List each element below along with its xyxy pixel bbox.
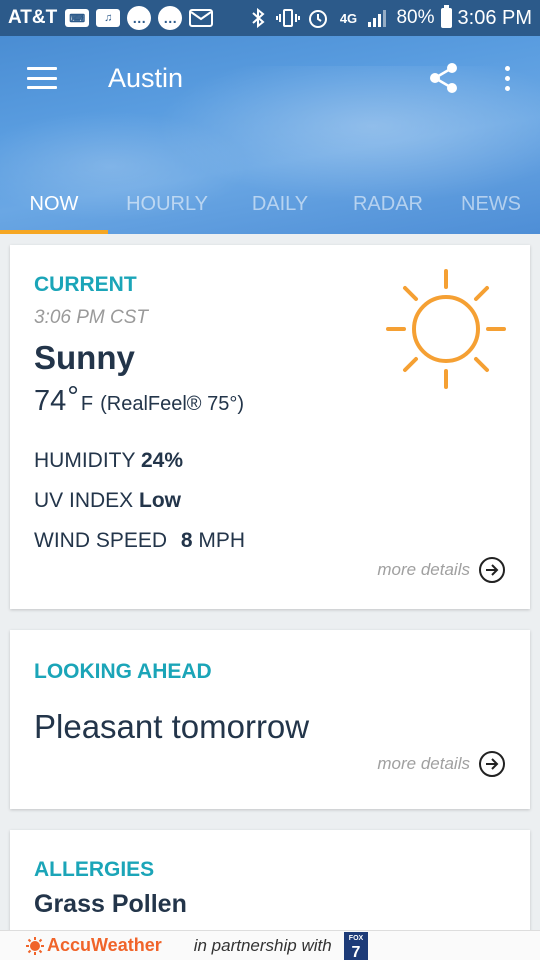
current-conditions-card[interactable]: CURRENT 3:06 PM CST Sunny 74 ° F (RealFe… (10, 245, 530, 609)
battery-percent: 80% (396, 7, 435, 28)
bluetooth-icon (246, 8, 270, 28)
tab-daily[interactable]: DAILY (226, 174, 334, 234)
uv-index-row: UV INDEX Low (34, 489, 181, 513)
status-bar: AT&T ⌨ ♫ … … 4G 80% 3:06 PM (0, 0, 540, 36)
arrow-right-circle-icon (479, 751, 505, 777)
forecast-summary: Pleasant tomorrow (34, 708, 310, 745)
degree-symbol: ° (67, 381, 79, 413)
wind-speed-value: 8 (180, 529, 193, 552)
share-button[interactable] (424, 58, 464, 98)
svg-text:7: 7 (351, 944, 360, 960)
arrow-right-circle-icon (479, 557, 505, 583)
carrier-label: AT&T (8, 7, 58, 28)
tab-now[interactable]: NOW (0, 174, 108, 234)
app-header: Austin NOW HOURLY DAILY RADAR NEWS (0, 36, 540, 234)
menu-button[interactable] (0, 36, 84, 120)
allergy-item: Grass Pollen (34, 890, 187, 918)
message-icon: … (158, 6, 183, 30)
clock: 3:06 PM (457, 6, 532, 29)
alarm-icon (306, 8, 330, 28)
temperature-unit: F (80, 393, 94, 415)
current-section-title: CURRENT (34, 273, 137, 296)
humidity-row: HUMIDITY 24% (34, 449, 183, 473)
vibrate-icon (276, 8, 301, 28)
uv-index-label: UV INDEX (34, 489, 134, 512)
wind-speed-label: WIND SPEED (34, 529, 168, 552)
more-details-label: more details (377, 560, 470, 579)
music-icon: ♫ (96, 9, 121, 27)
active-tab-indicator (0, 230, 108, 234)
tab-news[interactable]: NEWS (442, 174, 540, 234)
wind-speed-row: WIND SPEED 8 MPH (34, 529, 245, 553)
accuweather-sun-icon (26, 936, 44, 955)
hamburger-icon (27, 67, 57, 89)
sun-icon (386, 269, 506, 389)
overflow-menu-button[interactable] (492, 58, 522, 98)
partnership-text: in partnership with (193, 935, 332, 955)
lte-icon: 4G (339, 10, 358, 26)
uv-index-value: Low (139, 489, 182, 512)
gmail-icon (189, 8, 214, 28)
current-more-details-link[interactable]: more details (377, 556, 506, 584)
battery-icon (440, 5, 452, 28)
allergies-title: ALLERGIES (34, 858, 155, 881)
temperature-value: 74 (34, 385, 67, 417)
tab-radar[interactable]: RADAR (334, 174, 442, 234)
weather-condition: Sunny (34, 339, 135, 376)
signal-icon (366, 8, 390, 28)
chat-icon: … (127, 6, 152, 30)
humidity-value: 24% (140, 449, 183, 472)
toolbar: Austin (0, 36, 540, 120)
looking-ahead-card[interactable]: LOOKING AHEAD Pleasant tomorrow more det… (10, 630, 530, 809)
looking-ahead-title: LOOKING AHEAD (34, 660, 212, 683)
tab-bar: NOW HOURLY DAILY RADAR NEWS (0, 174, 540, 234)
temperature-row: 74 ° F (RealFeel® 75°) (34, 381, 244, 418)
realfeel-value: (RealFeel® 75°) (100, 393, 244, 415)
share-icon (430, 63, 457, 93)
accuweather-logo: AccuWeather (26, 935, 162, 956)
more-vert-icon (504, 65, 510, 71)
observation-time: 3:06 PM CST (34, 307, 149, 328)
keyboard-icon: ⌨ (65, 9, 90, 27)
wind-speed-unit: MPH (198, 529, 246, 552)
ahead-more-details-link[interactable]: more details (377, 750, 506, 778)
tab-hourly[interactable]: HOURLY (108, 174, 226, 234)
city-title: Austin (108, 62, 184, 93)
partner-footer: AccuWeather in partnership with FOX 7 (0, 930, 540, 960)
more-details-label: more details (377, 754, 470, 773)
fox7-logo: FOX 7 (343, 931, 368, 960)
humidity-label: HUMIDITY (34, 449, 136, 472)
accuweather-brand: AccuWeather (47, 935, 162, 955)
svg-text:FOX: FOX (348, 935, 363, 942)
